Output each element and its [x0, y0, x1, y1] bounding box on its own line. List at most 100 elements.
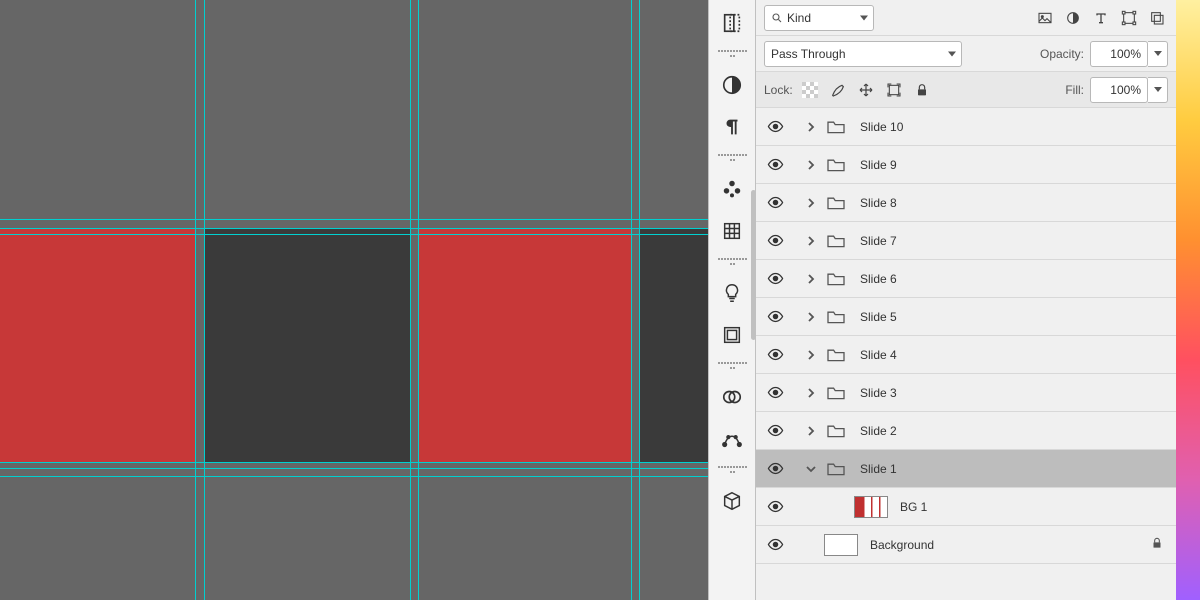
path-icon[interactable]	[714, 421, 750, 457]
folder-icon	[824, 383, 848, 403]
layer-row[interactable]: BG 1	[756, 488, 1176, 526]
shape-overlap-icon[interactable]	[714, 379, 750, 415]
guide-horizontal[interactable]	[0, 462, 708, 463]
visibility-toggle-icon[interactable]	[764, 308, 786, 325]
layer-row[interactable]: Slide 3	[756, 374, 1176, 412]
opacity-dropdown-icon[interactable]	[1148, 41, 1168, 67]
opacity-label: Opacity:	[1040, 47, 1084, 61]
guide-horizontal[interactable]	[0, 228, 708, 229]
visibility-toggle-icon[interactable]	[764, 536, 786, 553]
guide-horizontal[interactable]	[0, 476, 708, 477]
filter-type-select[interactable]: Kind	[764, 5, 874, 31]
expand-toggle-icon[interactable]	[804, 426, 818, 436]
bulb-icon[interactable]	[714, 275, 750, 311]
layer-row[interactable]: Slide 1	[756, 450, 1176, 488]
blend-mode-label: Pass Through	[771, 47, 846, 61]
panel-grip-icon	[717, 362, 747, 370]
filter-row: Kind	[756, 0, 1176, 36]
lock-transparency-icon[interactable]	[799, 79, 821, 101]
fill-label: Fill:	[1065, 83, 1084, 97]
folder-icon	[824, 231, 848, 251]
layer-name: Slide 5	[860, 310, 897, 324]
layer-row[interactable]: Slide 8	[756, 184, 1176, 222]
paragraph-icon[interactable]	[714, 109, 750, 145]
visibility-toggle-icon[interactable]	[764, 194, 786, 211]
cube-icon[interactable]	[714, 483, 750, 519]
guide-horizontal[interactable]	[0, 219, 708, 220]
layer-row[interactable]: Background	[756, 526, 1176, 564]
guide-horizontal[interactable]	[0, 468, 708, 469]
visibility-toggle-icon[interactable]	[764, 422, 786, 439]
folder-icon	[824, 459, 848, 479]
filter-smart-icon[interactable]	[1146, 7, 1168, 29]
filter-shape-icon[interactable]	[1118, 7, 1140, 29]
folder-icon	[824, 345, 848, 365]
expand-toggle-icon[interactable]	[804, 160, 818, 170]
lock-all-icon[interactable]	[911, 79, 933, 101]
expand-toggle-icon[interactable]	[804, 388, 818, 398]
document-canvas[interactable]	[0, 0, 708, 600]
guide-vertical[interactable]	[410, 0, 411, 600]
layer-row[interactable]: Slide 4	[756, 336, 1176, 374]
expand-toggle-icon[interactable]	[804, 274, 818, 284]
contrast-icon[interactable]	[714, 67, 750, 103]
layer-name: Slide 3	[860, 386, 897, 400]
visibility-toggle-icon[interactable]	[764, 498, 786, 515]
layers-panel: Kind Pass Through Opacity: 100% Lock: Fi…	[756, 0, 1176, 600]
opacity-input[interactable]: 100%	[1090, 41, 1148, 67]
lock-pixels-icon[interactable]	[827, 79, 849, 101]
fill-input[interactable]: 100%	[1090, 77, 1148, 103]
visibility-toggle-icon[interactable]	[764, 156, 786, 173]
artwork-block[interactable]	[639, 228, 708, 462]
expand-toggle-icon[interactable]	[804, 122, 818, 132]
grid-icon[interactable]	[714, 213, 750, 249]
crop-tool-icon[interactable]	[714, 5, 750, 41]
layer-row[interactable]: Slide 6	[756, 260, 1176, 298]
visibility-toggle-icon[interactable]	[764, 118, 786, 135]
layer-name: Slide 1	[860, 462, 897, 476]
blend-row: Pass Through Opacity: 100%	[756, 36, 1176, 72]
folder-icon	[824, 117, 848, 137]
swatches-icon[interactable]	[714, 171, 750, 207]
scrollbar[interactable]	[751, 190, 756, 340]
expand-toggle-icon[interactable]	[804, 312, 818, 322]
expand-toggle-icon[interactable]	[804, 198, 818, 208]
fill-dropdown-icon[interactable]	[1148, 77, 1168, 103]
folder-icon	[824, 421, 848, 441]
folder-icon	[824, 155, 848, 175]
folder-icon	[824, 269, 848, 289]
guide-vertical[interactable]	[631, 0, 632, 600]
visibility-toggle-icon[interactable]	[764, 232, 786, 249]
guide-vertical[interactable]	[195, 0, 196, 600]
panel-grip-icon	[717, 258, 747, 266]
layer-thumbnail	[824, 534, 858, 556]
visibility-toggle-icon[interactable]	[764, 460, 786, 477]
lock-position-icon[interactable]	[855, 79, 877, 101]
expand-toggle-icon[interactable]	[804, 464, 818, 474]
visibility-toggle-icon[interactable]	[764, 384, 786, 401]
visibility-toggle-icon[interactable]	[764, 346, 786, 363]
lock-indicator-icon[interactable]	[1150, 536, 1164, 553]
guide-vertical[interactable]	[204, 0, 205, 600]
artwork-block[interactable]	[418, 228, 631, 462]
lock-artboard-icon[interactable]	[883, 79, 905, 101]
blend-mode-select[interactable]: Pass Through	[764, 41, 962, 67]
artwork-block[interactable]	[204, 228, 410, 462]
filter-type-icon[interactable]	[1090, 7, 1112, 29]
guide-vertical[interactable]	[639, 0, 640, 600]
layer-row[interactable]: Slide 10	[756, 108, 1176, 146]
guide-vertical[interactable]	[418, 0, 419, 600]
expand-toggle-icon[interactable]	[804, 350, 818, 360]
filter-adjustment-icon[interactable]	[1062, 7, 1084, 29]
layer-row[interactable]: Slide 7	[756, 222, 1176, 260]
frame-icon[interactable]	[714, 317, 750, 353]
layer-row[interactable]: Slide 2	[756, 412, 1176, 450]
expand-toggle-icon[interactable]	[804, 236, 818, 246]
visibility-toggle-icon[interactable]	[764, 270, 786, 287]
layer-row[interactable]: Slide 5	[756, 298, 1176, 336]
layer-row[interactable]: Slide 9	[756, 146, 1176, 184]
artwork-block[interactable]	[0, 228, 195, 462]
filter-pixel-icon[interactable]	[1034, 7, 1056, 29]
panel-grip-icon	[717, 154, 747, 162]
guide-horizontal[interactable]	[0, 234, 708, 235]
